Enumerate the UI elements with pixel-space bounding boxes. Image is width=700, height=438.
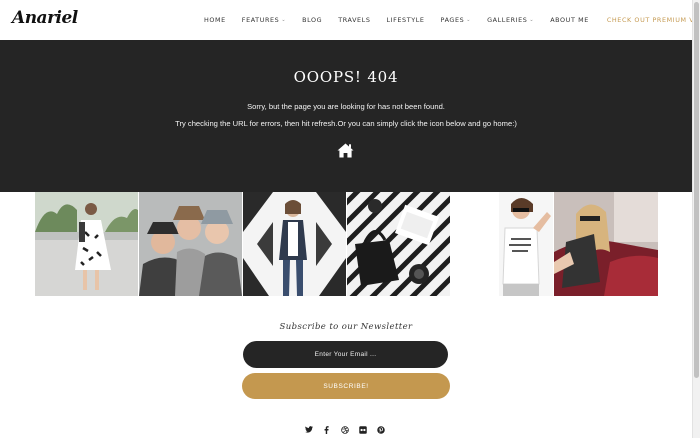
site-logo[interactable]: Anariel: [12, 8, 78, 28]
nav-item-label: TRAVELS: [338, 16, 371, 24]
nav-item-label: GALLERIES: [487, 16, 528, 24]
pinterest-icon[interactable]: [376, 425, 385, 434]
nav-item-label: FEATURES: [241, 16, 280, 24]
nav-item-label: PAGES: [440, 16, 465, 24]
twitter-icon[interactable]: [304, 425, 313, 434]
flickr-icon[interactable]: [358, 425, 367, 434]
main-nav: HOME FEATURES ⌄ BLOG TRAVELS LIFESTYLE PA…: [204, 0, 700, 40]
nav-item-pages[interactable]: PAGES ⌄: [441, 16, 472, 24]
nav-item-label: HOME: [204, 16, 226, 24]
photo-woman-in-car[interactable]: [554, 192, 658, 296]
newsletter-title: Subscribe to our Newsletter: [279, 322, 413, 332]
subscribe-button[interactable]: SUBSCRIBE!: [242, 373, 450, 399]
nav-item-blog[interactable]: BLOG: [302, 16, 322, 24]
photo-woman-sunglasses-shirt[interactable]: [499, 192, 553, 296]
error-hint: Try checking the URL for errors, then hi…: [175, 119, 517, 128]
nav-item-label: BLOG: [302, 16, 323, 24]
facebook-icon[interactable]: [322, 425, 331, 434]
email-field[interactable]: [243, 341, 448, 368]
nav-item-about-me[interactable]: ABOUT ME: [550, 16, 589, 24]
error-banner: OOOPS! 404 Sorry, but the page you are l…: [0, 40, 692, 192]
dribbble-icon[interactable]: [340, 425, 349, 434]
nav-item-lifestyle[interactable]: LIFESTYLE: [387, 16, 425, 24]
nav-item-label: LIFESTYLE: [386, 16, 425, 24]
error-message: Sorry, but the page you are looking for …: [247, 102, 445, 111]
photo-woman-white-dress[interactable]: [35, 192, 138, 296]
site-header: Anariel HOME FEATURES ⌄ BLOG TRAVELS LIFE…: [0, 0, 700, 40]
nav-item-galleries[interactable]: GALLERIES ⌄: [487, 16, 534, 24]
social-links: [304, 425, 394, 434]
page-scrollbar[interactable]: [692, 0, 700, 438]
premium-version-link[interactable]: CHECK OUT PREMIUM VERSION: [607, 16, 700, 24]
photo-woman-geometric-wall[interactable]: [243, 192, 346, 296]
nav-item-label: ABOUT ME: [550, 16, 589, 24]
instagram-photo-strip: [0, 192, 692, 296]
nav-item-home[interactable]: HOME: [204, 16, 226, 24]
home-icon[interactable]: [337, 143, 354, 158]
chevron-down-icon: ⌄: [466, 17, 472, 23]
nav-item-travels[interactable]: TRAVELS: [338, 16, 370, 24]
photo-flatlay-handbag-notebook[interactable]: [347, 192, 450, 296]
photo-three-women-hats[interactable]: [139, 192, 242, 296]
scrollbar-thumb[interactable]: [694, 2, 699, 378]
chevron-down-icon: ⌄: [281, 17, 287, 23]
chevron-down-icon: ⌄: [529, 17, 535, 23]
error-title: OOOPS! 404: [293, 68, 399, 86]
nav-item-features[interactable]: FEATURES ⌄: [242, 16, 286, 24]
